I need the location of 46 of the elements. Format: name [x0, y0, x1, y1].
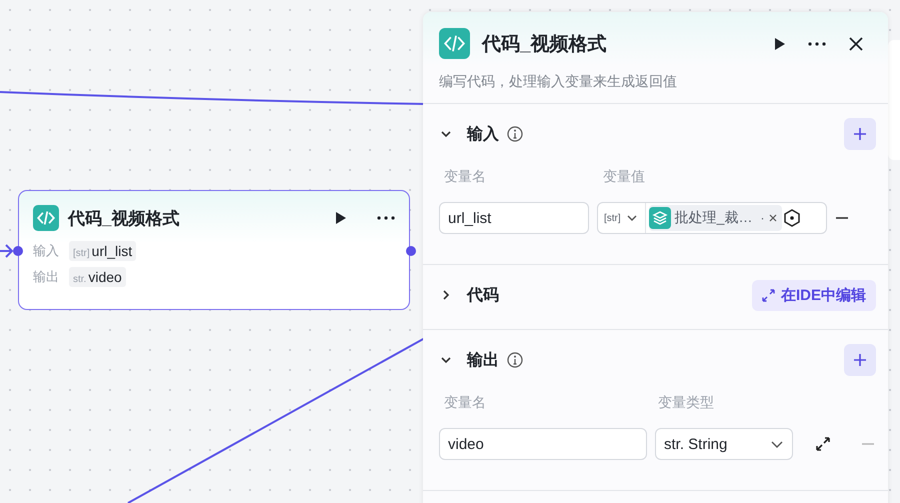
variable-name: video [88, 269, 122, 285]
section-title: 代码 [467, 286, 499, 306]
value-field[interactable]: [str] 批处理_裁… · [597, 202, 827, 234]
add-button[interactable] [844, 118, 876, 150]
column-header: 变量类型 [658, 394, 715, 412]
variable-picker-icon[interactable] [782, 208, 802, 228]
section-title: 输入 [467, 124, 499, 144]
column-header: 变量值 [603, 168, 646, 186]
play-icon[interactable] [334, 211, 347, 225]
layers-icon [648, 207, 671, 229]
info-icon[interactable] [507, 126, 523, 142]
panel-description: 编写代码，处理输入变量来生成返回值 [439, 73, 678, 91]
code-icon [33, 205, 59, 231]
reference-suffix: · [760, 211, 764, 225]
arrow-icon [0, 244, 14, 258]
expand-icon [762, 288, 775, 302]
type-label: [str] [73, 248, 90, 259]
expand-icon[interactable] [815, 436, 831, 452]
clear-icon[interactable] [768, 213, 778, 223]
port-label: 输入 [33, 242, 60, 260]
more-icon[interactable] [808, 40, 826, 46]
reference-name: 批处理_裁… [674, 209, 752, 227]
type-label: str. [73, 274, 86, 285]
code-icon [439, 28, 470, 59]
name-field[interactable]: url_list [439, 202, 589, 234]
more-icon[interactable] [377, 215, 395, 221]
port-label: 输出 [33, 268, 60, 286]
column-header: 变量名 [444, 168, 487, 186]
input-port[interactable] [13, 246, 23, 256]
column-header: 变量名 [444, 394, 487, 412]
type-label: [str] [604, 212, 621, 224]
node-title: 代码_视频格式 [68, 208, 180, 230]
output-port[interactable] [406, 246, 416, 256]
panel-title: 代码_视频格式 [482, 32, 608, 56]
variable-name: url_list [92, 243, 132, 259]
close-icon[interactable] [848, 36, 864, 52]
play-icon[interactable] [773, 36, 786, 50]
add-button[interactable] [844, 344, 876, 376]
section-title: 输出 [467, 350, 499, 370]
edit-in-ide-button[interactable]: 在IDE中编辑 [752, 280, 876, 310]
info-icon[interactable] [507, 352, 523, 368]
name-field[interactable]: video [439, 428, 647, 460]
plus-icon [852, 126, 868, 142]
node-card[interactable]: 代码_视频格式 输入 [str]url_list 输出 str.video [18, 190, 410, 310]
type-select[interactable]: str. String [655, 428, 793, 460]
plus-icon [852, 352, 868, 368]
